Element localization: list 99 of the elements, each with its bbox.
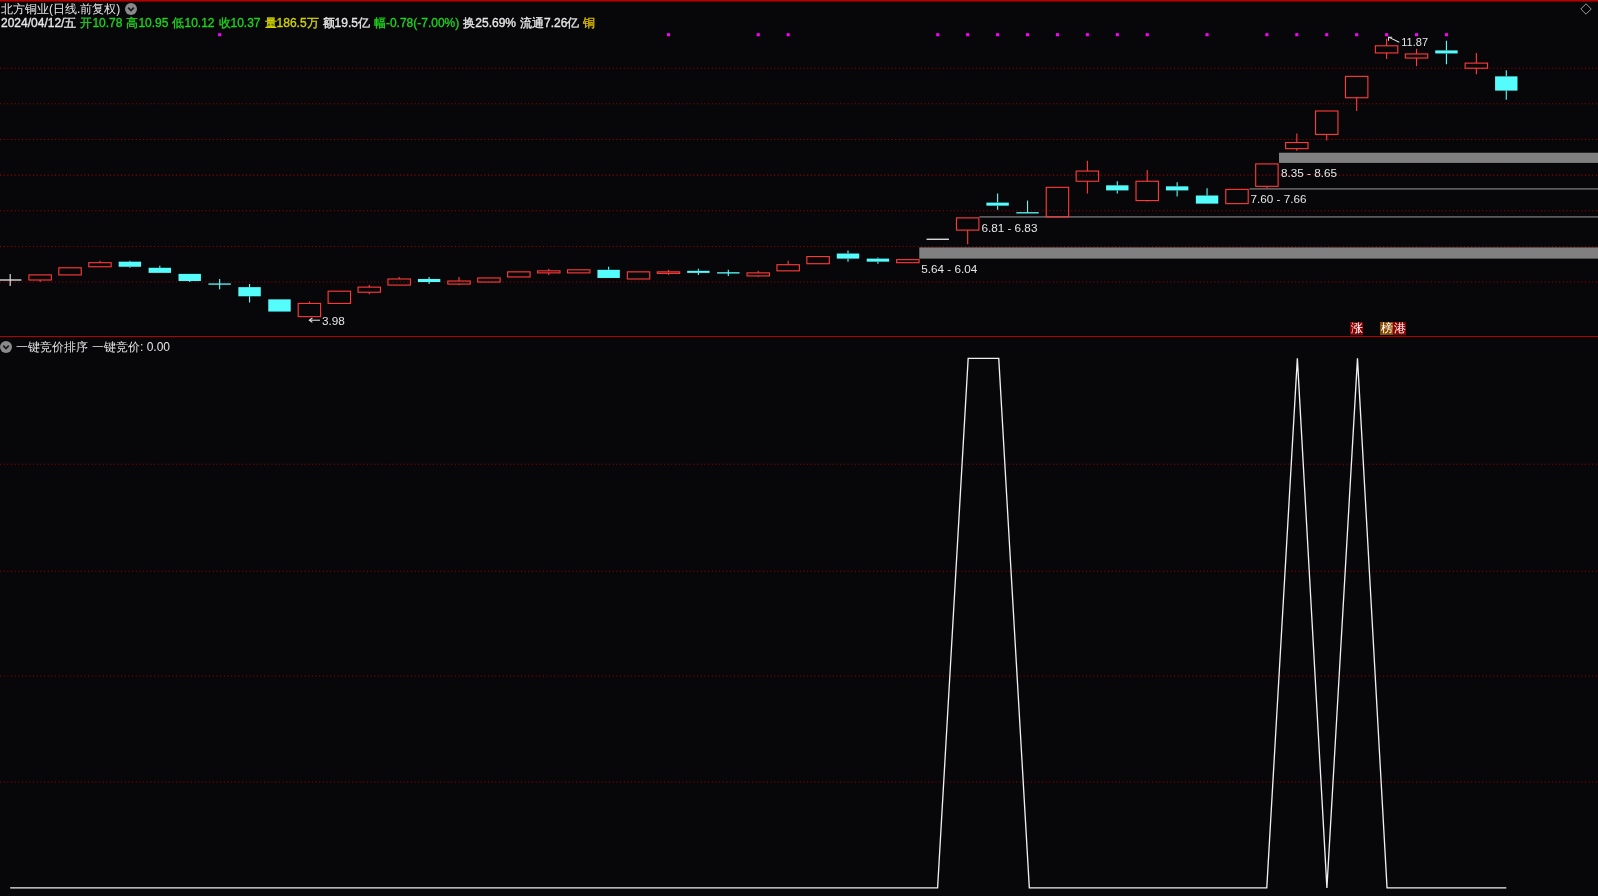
quote-text: 额19.5亿	[322, 16, 370, 30]
signal-marker-icon	[1415, 33, 1419, 37]
candlestick	[477, 277, 501, 283]
candlestick	[238, 283, 261, 303]
candlestick	[88, 260, 112, 268]
leader-arrow	[308, 317, 321, 323]
candlestick	[656, 269, 681, 276]
candlestick	[417, 276, 441, 285]
candlestick	[327, 290, 352, 304]
candlestick	[1106, 180, 1129, 194]
signal-marker-icon	[786, 33, 790, 37]
signal-marker-icon	[1355, 33, 1359, 37]
candlestick	[776, 260, 800, 272]
signal-marker-icon	[936, 33, 940, 37]
diamond-icon[interactable]	[1580, 3, 1592, 15]
signal-tag: 涨	[1350, 322, 1363, 335]
candlestick	[537, 268, 561, 276]
candlestick	[0, 273, 23, 287]
signal-marker-icon	[1085, 33, 1089, 37]
candlestick	[357, 284, 381, 295]
quote-text: 低10.12	[172, 16, 215, 30]
indicator-title: 一键竞价排序	[16, 340, 88, 354]
candlestick	[507, 271, 531, 278]
signal-marker-icon	[218, 33, 222, 37]
signal-marker-icon	[1026, 33, 1030, 37]
quote-text: 收10.37	[218, 16, 261, 30]
candlestick	[566, 269, 591, 274]
zone-label: 8.35 - 8.65	[1281, 165, 1338, 179]
high-price-label: 11.87	[1401, 36, 1429, 49]
signal-marker-icon	[996, 33, 1000, 37]
zone-label: 6.81 - 6.83	[981, 220, 1038, 234]
quote-text: 高10.95	[126, 16, 169, 30]
quote-text: 2024/04/12/五	[1, 16, 77, 30]
candlestick	[148, 265, 171, 273]
quote-text: 流通7.26亿	[520, 16, 580, 30]
leader-arrow	[1388, 36, 1400, 43]
chevron-down-icon[interactable]	[0, 341, 12, 353]
quote-text: 铜	[583, 16, 596, 30]
candlestick	[1165, 181, 1189, 198]
candlestick	[986, 192, 1009, 211]
chart-title: 北方铜业(日线.前复权)	[1, 2, 121, 16]
quote-text: 换25.69%	[463, 16, 516, 30]
candlestick	[866, 257, 890, 265]
signal-marker-icon	[1145, 33, 1149, 37]
zone-label: 5.64 - 6.04	[921, 262, 978, 276]
candlestick	[387, 276, 411, 286]
candlestick	[1495, 69, 1518, 101]
candlestick	[1464, 52, 1489, 75]
candlestick	[597, 266, 620, 278]
signal-marker-icon	[1265, 33, 1269, 37]
candlestick	[1075, 160, 1100, 194]
candlestick	[447, 276, 471, 286]
candlestick	[687, 268, 710, 276]
indicator-reading: 一键竞价: 0.00	[92, 340, 171, 354]
candlestick	[1015, 200, 1040, 214]
signal-tag: 榜	[1380, 322, 1393, 335]
candlestick	[716, 269, 741, 277]
quote-text: 量186.5万	[264, 16, 319, 30]
candlestick	[1435, 40, 1458, 65]
candlestick	[955, 217, 980, 245]
signal-marker-icon	[966, 33, 970, 37]
candlestick	[1045, 186, 1070, 218]
candlestick	[207, 278, 232, 290]
candlestick	[806, 256, 830, 265]
chevron-down-icon[interactable]	[125, 3, 138, 15]
signal-marker-icon	[1295, 33, 1299, 37]
candlestick	[746, 270, 770, 278]
candlestick	[268, 299, 291, 312]
candlestick	[28, 274, 52, 283]
signal-marker-icon	[1325, 33, 1329, 37]
signal-marker-icon	[1205, 33, 1209, 37]
signal-tag: 港	[1393, 322, 1406, 335]
candlestick	[1255, 163, 1279, 189]
candlestick	[1404, 48, 1429, 67]
candlestick	[178, 273, 201, 283]
signal-marker-icon	[666, 33, 670, 37]
signal-marker-icon	[1115, 33, 1119, 37]
low-price-label: 3.98	[322, 313, 345, 327]
candlestick	[118, 260, 142, 269]
signal-marker-icon	[1444, 33, 1448, 37]
candlestick	[1374, 38, 1399, 60]
zone-label: 7.60 - 7.66	[1250, 192, 1307, 206]
candlestick	[297, 300, 322, 318]
candlestick	[1344, 75, 1369, 112]
candlestick	[896, 259, 920, 264]
candlestick	[626, 271, 651, 280]
quote-text: 开10.78	[80, 16, 123, 30]
quote-text: 幅-0.78(-7.00%)	[373, 16, 460, 30]
candlestick	[925, 238, 950, 240]
candlestick	[836, 249, 860, 263]
signal-marker-icon	[1055, 33, 1059, 37]
candlestick	[1195, 187, 1219, 204]
candlestick	[1315, 110, 1339, 142]
signal-marker-icon	[1385, 33, 1389, 37]
candlestick	[1135, 169, 1159, 203]
signal-marker-icon	[756, 33, 760, 37]
candlestick	[1285, 132, 1309, 152]
candlestick	[1225, 188, 1249, 205]
candlestick	[58, 267, 82, 276]
